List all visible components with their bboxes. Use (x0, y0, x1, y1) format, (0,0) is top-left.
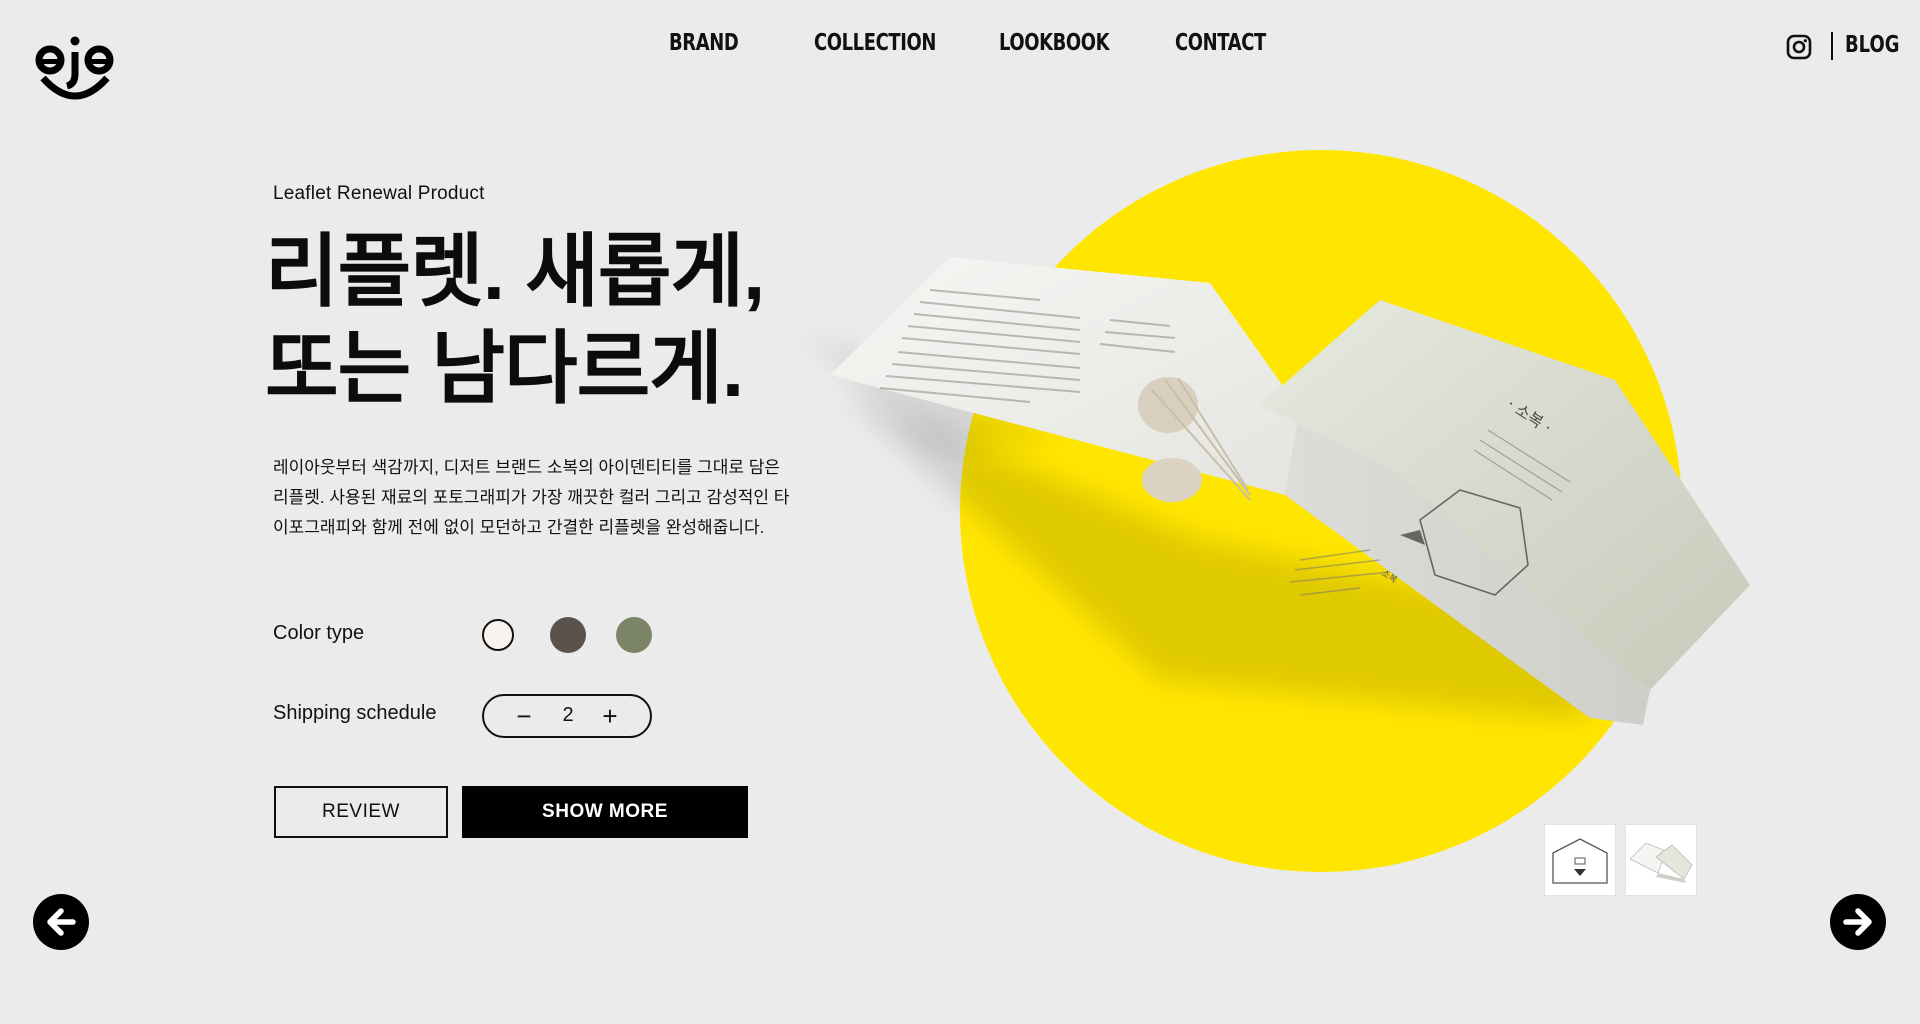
leaflet-mockup-image: 소복 ㆍ소복ㆍ (800, 257, 1750, 725)
shipping-schedule-label: Shipping schedule (273, 702, 437, 724)
nav-brand[interactable]: BRAND (669, 30, 739, 56)
nav-collection[interactable]: COLLECTION (814, 30, 936, 56)
color-type-label: Color type (273, 622, 365, 644)
instagram-icon[interactable] (1786, 34, 1812, 60)
thumbnail-leaflet-open (1629, 842, 1693, 883)
nav-lookbook[interactable]: LOOKBOOK (999, 30, 1110, 56)
thumbnail-2[interactable] (1626, 825, 1696, 895)
nav-contact[interactable]: CONTACT (1175, 30, 1266, 56)
color-swatch-olive[interactable] (616, 617, 652, 653)
eyebrow-text: Leaflet Renewal Product (273, 183, 485, 204)
arrow-right-circle-icon[interactable] (1830, 894, 1886, 950)
headline-line-1: 리플렛. 새롭게, (265, 227, 765, 316)
headline-line-2: 또는 남다르게. (265, 324, 744, 413)
quantity-stepper: − 2 + (482, 694, 652, 738)
header-divider (1831, 32, 1833, 60)
decrement-button[interactable]: − (510, 702, 538, 730)
color-swatch-brown[interactable] (550, 617, 586, 653)
color-swatch-cream[interactable] (482, 619, 514, 651)
quantity-value[interactable]: 2 (554, 704, 582, 727)
headline: 리플렛. 새롭게, 또는 남다르게. (265, 223, 765, 417)
thumbnail-leaflet-front (1552, 838, 1608, 884)
show-more-button[interactable]: SHOW MORE (462, 786, 748, 838)
thumbnail-1[interactable] (1545, 825, 1615, 895)
increment-button[interactable]: + (596, 702, 624, 730)
review-button[interactable]: REVIEW (274, 786, 448, 838)
blog-link[interactable]: BLOG (1845, 32, 1899, 58)
arrow-left-circle-icon[interactable] (33, 894, 89, 950)
description: 레이아웃부터 색감까지, 디저트 브랜드 소복의 아이덴티티를 그대로 담은 리… (273, 458, 790, 537)
main-nav: BRAND COLLECTION LOOKBOOK CONTACT (0, 30, 1920, 60)
